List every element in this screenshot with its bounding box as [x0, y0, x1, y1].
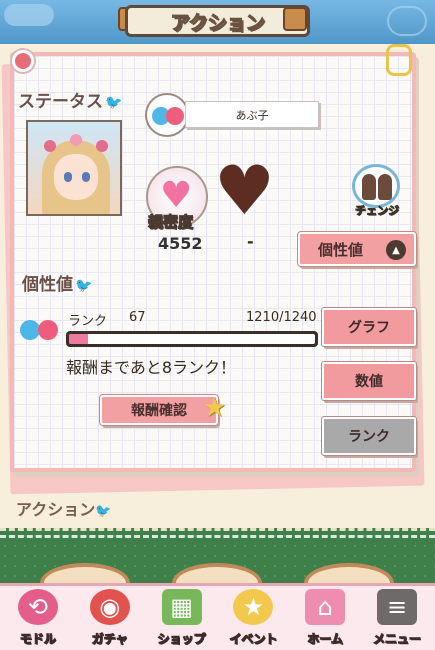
bird-icon: 🐦 [95, 504, 112, 519]
cloud-decoration [4, 4, 54, 26]
nav-gacha-label: ガチャ [91, 632, 128, 647]
rank-faces-icon [18, 316, 62, 344]
personality-tab-label: 個性値 [318, 240, 364, 259]
nav-back[interactable]: ⟲ モドル [4, 585, 72, 647]
blue-face-icon [20, 320, 40, 340]
personality-toggle-tab[interactable]: 個性値 ▲ [298, 232, 416, 266]
flower-crown-icon [44, 140, 56, 152]
nav-event-label: イベント [229, 632, 278, 647]
intimacy-label: 親密度 [147, 213, 194, 232]
avatar-eye [64, 172, 72, 182]
status-section-label: ステータス [18, 92, 103, 112]
home-icon: ⌂ [305, 589, 346, 625]
change-button[interactable]: チェンジ [346, 164, 408, 222]
triangle-up-icon: ▲ [386, 240, 406, 260]
flower-crown-icon [70, 134, 82, 146]
character-avatar[interactable] [26, 120, 122, 216]
avatar-face [54, 154, 98, 200]
nav-gacha[interactable]: ◉ ガチャ [76, 585, 144, 647]
paper-clip-icon [386, 44, 412, 76]
bag-icon [283, 7, 307, 31]
reward-button-label: 報酬確認 [131, 403, 187, 419]
person-icon [362, 174, 376, 200]
nav-home-label: ホーム [307, 632, 344, 647]
graph-button-label: グラフ [348, 320, 390, 336]
change-label: チェンジ [355, 205, 400, 218]
bird-icon: 🐦 [75, 278, 93, 294]
nav-back-label: モドル [19, 632, 56, 647]
personality-section-label: 個性値 [22, 275, 73, 295]
bottom-nav: ⟲ モドル ◉ ガチャ ▦ ショップ ★ イベント ⌂ ホーム ≡ メニュー [0, 583, 435, 650]
person-icon [378, 174, 392, 200]
second-value: - [247, 232, 254, 251]
menu-cat-icon: ≡ [377, 589, 418, 625]
player-name: あぶ子 [235, 108, 269, 122]
trophy-icon: ★ [233, 589, 274, 625]
rank-button[interactable]: ランク [322, 417, 416, 455]
gacha-icon: ◉ [89, 589, 130, 625]
bear-decoration [387, 6, 427, 36]
action-section-label: アクション [16, 500, 96, 519]
intimacy-value: 4552 [158, 234, 203, 253]
pin-button[interactable] [12, 50, 34, 72]
reward-confirm-button[interactable]: 報酬確認 [100, 395, 218, 425]
nav-shop[interactable]: ▦ ショップ [148, 585, 216, 647]
personality-section-title: 個性値 🐦 [22, 270, 92, 295]
avatar-eye [82, 172, 90, 182]
page-title: アクション [170, 11, 265, 34]
reward-message: 報酬まであと8ランク！ [66, 358, 237, 377]
numeric-button[interactable]: 数値 [322, 362, 416, 400]
pair-faces-icon [145, 93, 189, 137]
progress-fill [69, 334, 88, 344]
pink-face-icon [166, 107, 184, 125]
star-icon: ★ [203, 393, 227, 423]
exp-text: 1210/1240 [246, 310, 317, 325]
progress-track [69, 334, 315, 344]
dashed-border [0, 535, 435, 541]
shop-basket-icon: ▦ [161, 589, 202, 625]
dark-heart-icon: ♥ [214, 152, 275, 231]
nav-menu[interactable]: ≡ メニュー [363, 585, 431, 647]
player-name-box: あぶ子 [185, 101, 319, 128]
rank-progress-bar [66, 331, 318, 347]
graph-button[interactable]: グラフ [322, 308, 416, 346]
back-arrow-icon: ⟲ [17, 589, 58, 625]
nav-event[interactable]: ★ イベント [219, 585, 287, 647]
bird-icon: 🐦 [105, 95, 123, 111]
action-section-title: アクション🐦 [16, 496, 111, 520]
nav-home[interactable]: ⌂ ホーム [291, 585, 359, 647]
rank-button-label: ランク [348, 429, 390, 445]
nav-menu-label: メニュー [373, 632, 422, 647]
status-section-title: ステータス 🐦 [18, 87, 122, 112]
rank-value: 67 [129, 310, 146, 325]
nav-shop-label: ショップ [157, 632, 206, 647]
pink-heart-icon: ♥ [160, 175, 193, 216]
numeric-button-label: 数値 [355, 374, 383, 390]
pink-face-icon [38, 320, 58, 340]
flower-crown-icon [96, 140, 108, 152]
rank-label: ランク [68, 314, 108, 329]
